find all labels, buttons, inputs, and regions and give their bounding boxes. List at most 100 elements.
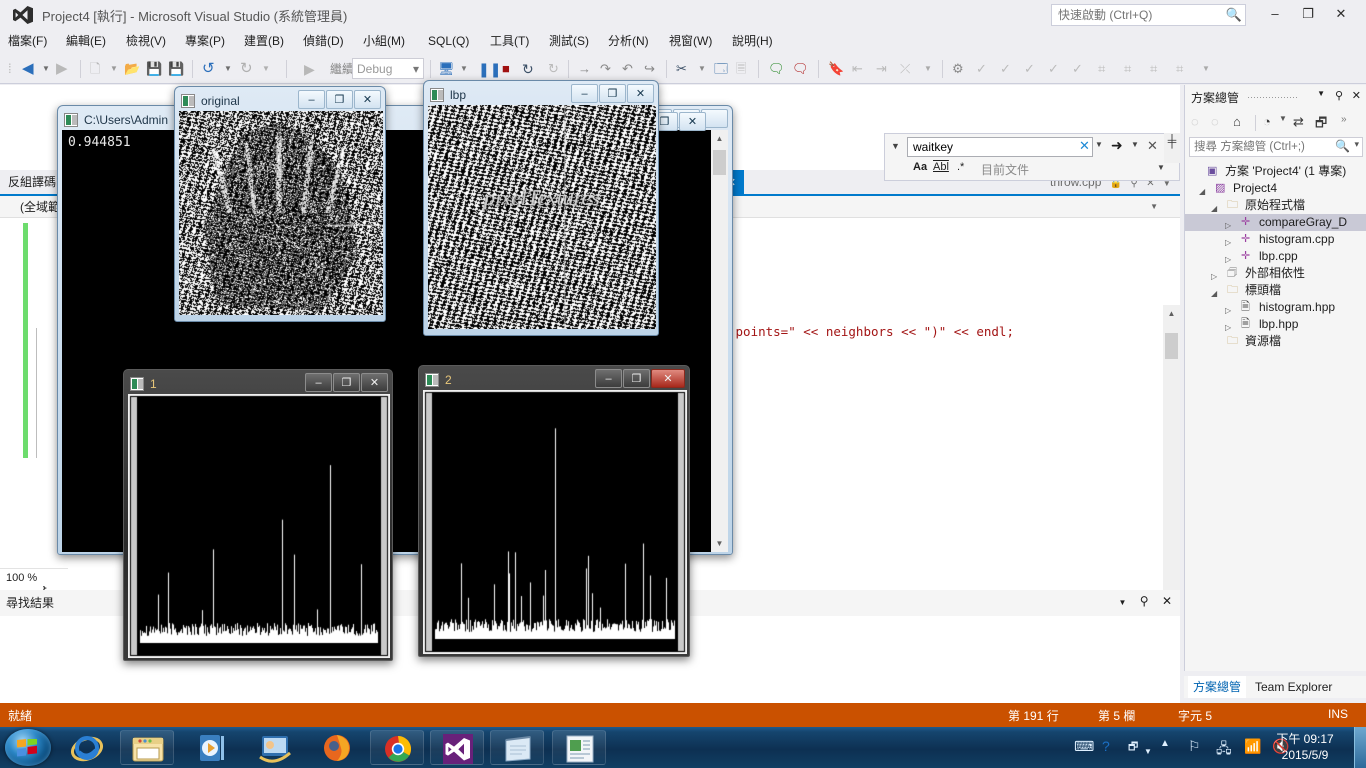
tree-node-project[interactable]: ◢ ▨ Project4 xyxy=(1185,180,1366,197)
keyboard-icon[interactable]: ⌨ xyxy=(1074,738,1094,755)
close-icon[interactable]: ✕ xyxy=(1162,594,1172,608)
menu-test[interactable]: 測試(S) xyxy=(549,30,589,52)
show-hidden-icons-icon[interactable]: 🗗 xyxy=(1128,738,1138,757)
solution-explorer-search-input[interactable] xyxy=(1190,138,1338,156)
pin-icon[interactable]: ⚲ xyxy=(1140,594,1149,608)
step-into-icon[interactable]: → xyxy=(578,59,591,79)
taskbar-chrome[interactable] xyxy=(370,730,424,765)
step-out-icon[interactable]: ↶ xyxy=(622,59,633,79)
toggle-window-icon[interactable]: 🗔 xyxy=(714,59,728,79)
close-button[interactable]: ✕ xyxy=(627,84,654,103)
solution-explorer-search[interactable]: 🔍 ▾ xyxy=(1189,137,1363,157)
tree-node-histogram-hpp[interactable]: ▷ 🗎 histogram.hpp xyxy=(1185,299,1366,316)
tree-node-lbp-cpp[interactable]: ▷ ✛ lbp.cpp xyxy=(1185,248,1366,265)
scroll-down-icon[interactable]: ▼ xyxy=(711,535,728,552)
stop-icon[interactable]: ■ xyxy=(502,59,510,79)
quick-launch-input[interactable] xyxy=(1052,5,1220,25)
chevron-down-icon[interactable]: ▾ xyxy=(1354,139,1359,150)
taskbar-media-player[interactable] xyxy=(186,730,240,765)
minimize-button[interactable]: – xyxy=(298,90,325,109)
original-image-window[interactable]: original – ❐ ✕ xyxy=(174,86,386,322)
clear-search-icon[interactable]: ✕ xyxy=(1079,138,1090,154)
menu-help[interactable]: 說明(H) xyxy=(732,30,773,52)
pending-changes-icon[interactable]: ◔ xyxy=(1263,114,1271,129)
navigate-back-dropdown-icon[interactable]: ▼ xyxy=(42,59,50,79)
remove-bookmark-icon[interactable]: 🗨 xyxy=(792,59,809,79)
tree-node-resource-files[interactable]: 🗀 資源檔 xyxy=(1185,333,1366,350)
action-center-flag-icon[interactable]: ⚐ xyxy=(1188,738,1201,755)
window-restore-button[interactable]: ❐ xyxy=(1293,0,1323,28)
tab-solution-explorer[interactable]: 方案總管 xyxy=(1188,676,1246,698)
match-whole-word-icon[interactable]: Abl xyxy=(933,161,949,173)
settings-icon[interactable]: ⚙ xyxy=(952,59,964,79)
add-bookmark-icon[interactable]: 🗨 xyxy=(768,59,785,79)
split-view-icon[interactable]: ╪ xyxy=(1164,133,1180,163)
start-button[interactable] xyxy=(5,729,51,766)
menu-tools[interactable]: 工具(T) xyxy=(490,30,529,52)
open-file-icon[interactable]: 📂 xyxy=(124,59,140,79)
refresh-icon[interactable]: ⇄ xyxy=(1293,114,1304,130)
attach-process-icon[interactable]: 🖥 xyxy=(438,59,455,79)
use-regex-icon[interactable]: .* xyxy=(957,161,964,173)
menu-window[interactable]: 視窗(W) xyxy=(669,30,712,52)
histogram-window-2[interactable]: 2 – ❐ ✕ xyxy=(418,365,690,657)
scrollbar-thumb[interactable] xyxy=(713,150,726,175)
scrollbar-thumb[interactable] xyxy=(1165,333,1178,359)
menu-edit[interactable]: 編輯(E) xyxy=(66,30,106,52)
help-icon[interactable]: ? xyxy=(1102,738,1110,754)
match-case-icon[interactable]: Aa xyxy=(913,161,927,173)
close-find-icon[interactable]: ✕ xyxy=(1147,138,1158,154)
window-close-button[interactable]: ✕ xyxy=(1326,0,1356,28)
chevron-down-icon[interactable]: ▼ xyxy=(1317,89,1325,98)
minimize-button[interactable]: – xyxy=(571,84,598,103)
tree-node-source-files[interactable]: ◢ 🗀 原始程式檔 xyxy=(1185,197,1366,214)
pin-icon[interactable]: ⚲ xyxy=(1335,89,1343,102)
save-all-icon[interactable]: 💾 xyxy=(168,59,184,79)
lbp-title-bar[interactable]: lbp – ❐ ✕ xyxy=(428,85,654,105)
quick-find-expand-icon[interactable]: ▼ xyxy=(891,141,900,151)
taskbar-remote-desktop[interactable] xyxy=(248,730,302,765)
toolbar-overflow-icon[interactable]: » xyxy=(1341,114,1347,125)
menu-debug[interactable]: 偵錯(D) xyxy=(303,30,344,52)
hex-dropdown-icon[interactable]: ▼ xyxy=(698,59,706,79)
histogram-1-title-bar[interactable]: 1 – ❐ ✕ xyxy=(128,374,388,394)
taskbar-powerpoint[interactable] xyxy=(552,730,606,765)
console-vertical-scrollbar[interactable]: ▲ ▼ xyxy=(711,130,728,552)
step-next-icon[interactable]: ↪ xyxy=(644,59,655,79)
collapse-all-icon[interactable]: 🗗 xyxy=(1315,114,1327,136)
undo-icon[interactable]: ↺ xyxy=(202,59,215,79)
save-icon[interactable]: 💾 xyxy=(146,59,162,79)
histogram-2-title-bar[interactable]: 2 – ❐ ✕ xyxy=(423,370,685,390)
find-scope-dropdown-icon[interactable]: ▼ xyxy=(1157,163,1165,172)
menu-build[interactable]: 建置(B) xyxy=(244,30,284,52)
tree-node-histogram-cpp[interactable]: ▷ ✛ histogram.cpp xyxy=(1185,231,1366,248)
wifi-signal-icon[interactable]: 📶 xyxy=(1244,738,1261,755)
pause-icon[interactable]: ❚❚ xyxy=(478,59,501,79)
solution-configuration-select[interactable]: Debug ▾ xyxy=(352,58,424,79)
histogram-window-1[interactable]: 1 – ❐ ✕ xyxy=(123,369,393,661)
taskbar-notepad[interactable] xyxy=(490,730,544,765)
show-hidden-arrow-icon[interactable]: ▲ xyxy=(1160,738,1170,749)
quick-find-input[interactable] xyxy=(908,138,1068,156)
close-icon[interactable]: ✕ xyxy=(1352,89,1361,102)
menu-team[interactable]: 小組(M) xyxy=(363,30,405,52)
maximize-button[interactable]: ❐ xyxy=(599,84,626,103)
menu-sql[interactable]: SQL(Q) xyxy=(428,30,469,52)
original-title-bar[interactable]: original – ❐ ✕ xyxy=(179,91,381,111)
tree-node-lbp-hpp[interactable]: ▷ 🗎 lbp.hpp xyxy=(1185,316,1366,333)
chevron-down-icon[interactable]: ▼ xyxy=(1279,114,1287,123)
navigate-back-icon[interactable]: ◀ xyxy=(22,59,34,79)
hex-display-icon[interactable]: ✂ xyxy=(676,59,687,79)
minimize-button[interactable]: – xyxy=(595,369,622,388)
close-button[interactable]: ✕ xyxy=(361,373,388,392)
menu-view[interactable]: 檢視(V) xyxy=(126,30,166,52)
menu-analyze[interactable]: 分析(N) xyxy=(608,30,649,52)
find-next-icon[interactable]: ➜ xyxy=(1111,137,1123,154)
home-icon[interactable]: ⌂ xyxy=(1233,114,1241,129)
search-options-dropdown-icon[interactable]: ▼ xyxy=(1095,140,1103,149)
network-error-icon[interactable]: 🖧 xyxy=(1216,738,1232,762)
tool-overflow-icon[interactable]: ▼ xyxy=(1202,59,1210,79)
tab-disassembly[interactable]: 反組譯碼 xyxy=(0,170,64,194)
close-button[interactable]: ✕ xyxy=(354,90,381,109)
chevron-down-icon[interactable]: ▼ xyxy=(1144,747,1152,756)
